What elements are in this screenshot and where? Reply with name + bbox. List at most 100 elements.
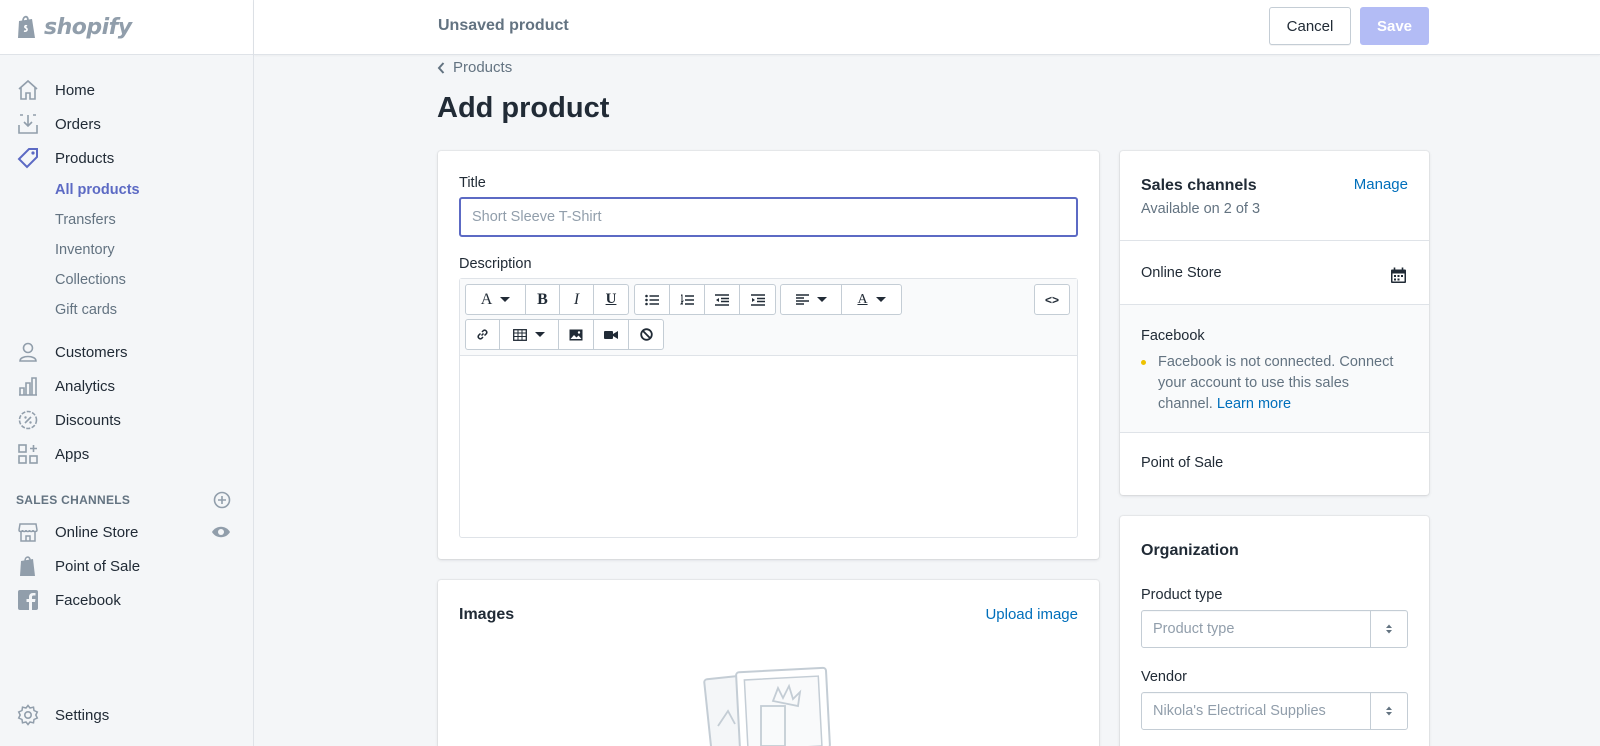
title-placeholder: Short Sleeve T-Shirt	[472, 209, 602, 225]
product-type-label: Product type	[1141, 587, 1223, 603]
description-label: Description	[459, 256, 532, 272]
calendar-icon[interactable]	[1390, 267, 1407, 284]
sidebar-subitem-all-products[interactable]: All products	[0, 175, 253, 205]
link-icon	[477, 329, 488, 340]
gear-icon	[16, 703, 40, 727]
italic-button[interactable]: I	[560, 285, 594, 314]
indent-button[interactable]	[740, 285, 775, 314]
add-channel-icon[interactable]	[213, 491, 231, 509]
pos-bag-icon	[16, 554, 40, 578]
organization-card: Organization Product type Product type V…	[1120, 516, 1429, 746]
image-icon	[569, 329, 583, 340]
chevron-down-icon	[875, 297, 886, 302]
font-format-button[interactable]: A	[466, 285, 526, 314]
sidebar-subitem-transfers[interactable]: Transfers	[0, 205, 253, 235]
channels-availability: Available on 2 of 3	[1141, 201, 1261, 217]
channel-name: Point of Sale	[1141, 455, 1224, 471]
sidebar-item-customers[interactable]: Customers	[0, 335, 253, 369]
sidebar-subitem-inventory[interactable]: Inventory	[0, 235, 253, 265]
sidebar-item-facebook[interactable]: Facebook	[0, 583, 253, 617]
chevron-down-icon	[500, 297, 511, 302]
title-label: Title	[459, 175, 486, 191]
person-icon	[16, 340, 40, 364]
chevron-left-icon	[437, 61, 445, 74]
sidebar-subitem-gift-cards[interactable]: Gift cards	[0, 295, 253, 325]
bold-button[interactable]: B	[526, 285, 560, 314]
channel-row-facebook: Facebook Facebook is not connected. Conn…	[1120, 304, 1429, 432]
facebook-warning: Facebook is not connected. Connect your …	[1158, 352, 1398, 415]
brand-name: shopify	[44, 14, 132, 40]
numbered-list-button[interactable]	[670, 285, 705, 314]
text-color-button[interactable]: A	[842, 285, 901, 314]
cancel-button[interactable]: Cancel	[1269, 7, 1351, 45]
insert-image-button[interactable]	[559, 320, 594, 349]
select-arrows-icon[interactable]	[1370, 611, 1407, 647]
sidebar-item-online-store[interactable]: Online Store	[0, 515, 253, 549]
description-editor: A B I U A <>	[459, 278, 1078, 538]
vendor-select[interactable]: Nikola's Electrical Supplies	[1141, 692, 1408, 730]
insert-link-button[interactable]	[466, 320, 500, 349]
sidebar: shopify Home Orders Products All product…	[0, 0, 254, 746]
facebook-icon	[16, 588, 40, 612]
learn-more-link[interactable]: Learn more	[1217, 396, 1291, 412]
image-placeholder-illustration	[703, 666, 831, 746]
channel-name: Facebook	[1141, 328, 1205, 344]
insert-table-button[interactable]	[500, 320, 559, 349]
bullet-list-button[interactable]	[635, 285, 670, 314]
sidebar-subitem-collections[interactable]: Collections	[0, 265, 253, 295]
images-heading: Images	[459, 606, 515, 623]
page-title: Add product	[437, 92, 610, 124]
sidebar-item-discounts[interactable]: Discounts	[0, 403, 253, 437]
editor-content-area[interactable]	[460, 356, 1077, 538]
sidebar-item-label: Facebook	[55, 591, 121, 609]
upload-image-link[interactable]: Upload image	[985, 606, 1078, 623]
sales-channels-heading: SALES CHANNELS	[0, 485, 253, 515]
indent-icon	[750, 293, 765, 306]
shopify-logo[interactable]: shopify	[0, 0, 253, 55]
breadcrumb-label: Products	[453, 59, 513, 76]
bullet-list-icon	[645, 294, 659, 305]
code-view-button[interactable]: <>	[1035, 285, 1069, 314]
sidebar-item-orders[interactable]: Orders	[0, 107, 253, 141]
manage-channels-link[interactable]: Manage	[1354, 176, 1408, 193]
clear-formatting-button[interactable]	[629, 320, 663, 349]
insert-video-button[interactable]	[594, 320, 629, 349]
sidebar-item-point-of-sale[interactable]: Point of Sale	[0, 549, 253, 583]
eye-icon[interactable]	[211, 524, 231, 540]
breadcrumb[interactable]: Products	[437, 59, 512, 76]
underline-button[interactable]: U	[594, 285, 628, 314]
sidebar-item-label: Analytics	[55, 377, 116, 395]
font-glyph: A	[480, 290, 493, 308]
sidebar-item-products[interactable]: Products	[0, 141, 253, 175]
title-input[interactable]: Short Sleeve T-Shirt	[459, 197, 1078, 237]
sidebar-item-apps[interactable]: Apps	[0, 437, 253, 471]
sidebar-item-label: Home	[55, 81, 96, 99]
product-details-card: Title Short Sleeve T-Shirt Description A…	[438, 151, 1099, 559]
sidebar-item-label: Discounts	[55, 411, 121, 429]
product-type-select[interactable]: Product type	[1141, 610, 1408, 648]
text-color-glyph: A	[857, 291, 868, 307]
save-button[interactable]: Save	[1360, 7, 1429, 45]
editor-toolbar: A B I U A <>	[460, 279, 1077, 356]
sidebar-item-analytics[interactable]: Analytics	[0, 369, 253, 403]
shopify-bag-icon	[18, 15, 35, 38]
sidebar-item-label: Apps	[55, 445, 90, 463]
numbered-list-icon	[680, 294, 694, 305]
discount-icon	[16, 408, 40, 432]
orders-icon	[16, 112, 40, 136]
table-icon	[513, 328, 527, 341]
alignment-color-group: A	[780, 284, 902, 315]
sidebar-item-home[interactable]: Home	[0, 73, 253, 107]
sidebar-item-settings[interactable]: Settings	[0, 698, 253, 732]
video-camera-icon	[604, 330, 618, 339]
code-group: <>	[1034, 284, 1070, 315]
text-style-group: A B I U	[465, 284, 629, 315]
organization-heading: Organization	[1141, 542, 1239, 559]
images-card: Images Upload image	[438, 580, 1099, 746]
align-button[interactable]	[781, 285, 842, 314]
store-icon	[16, 520, 40, 544]
sidebar-item-label: Orders	[55, 115, 101, 133]
select-arrows-icon[interactable]	[1370, 693, 1407, 729]
outdent-button[interactable]	[705, 285, 740, 314]
